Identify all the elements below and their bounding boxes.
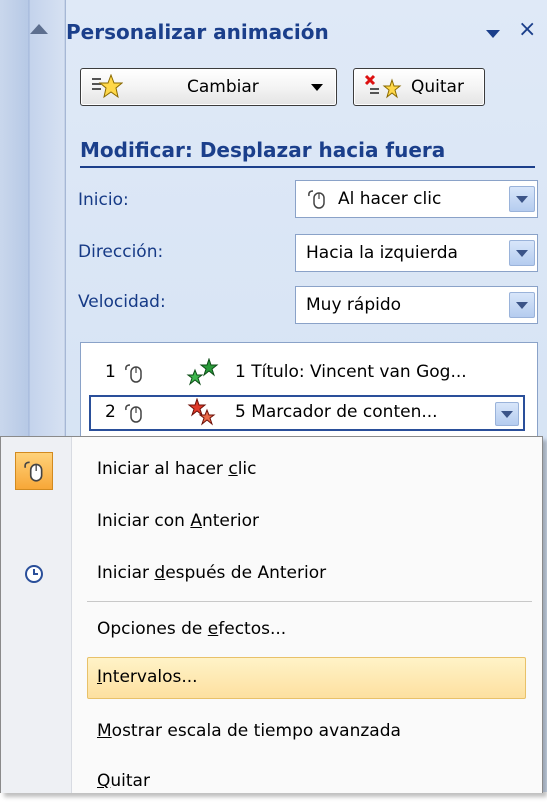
chevron-down-icon[interactable]: [509, 292, 535, 318]
direction-value: Hacia la izquierda: [306, 243, 458, 263]
remove-effect-button[interactable]: Quitar: [353, 68, 485, 106]
mouse-icon: [125, 404, 142, 423]
mouse-icon: [308, 190, 325, 209]
speed-label: Velocidad:: [78, 292, 166, 312]
item-text: 5 Marcador de conten...: [235, 402, 438, 422]
menu-item-label: Iniciar después de Anterior: [97, 563, 327, 583]
menu-item-start-on-click[interactable]: Iniciar al hacer clic: [1, 447, 542, 493]
modify-heading: Modificar: Desplazar hacia fuera: [80, 138, 535, 168]
menu-item-label: Mostrar escala de tiempo avanzada: [97, 721, 401, 741]
mouse-icon: [125, 364, 142, 383]
menu-item-effect-options[interactable]: Opciones de efectos...: [1, 607, 542, 653]
chevron-down-icon[interactable]: [495, 402, 519, 426]
change-label: Cambiar: [187, 77, 259, 97]
pane-title: Personalizar animación: [66, 20, 329, 44]
chevron-down-icon: [311, 84, 323, 91]
menu-item-timing[interactable]: Intervalos...: [1, 655, 542, 701]
menu-item-label: Intervalos...: [97, 667, 198, 687]
menu-item-label: Iniciar al hacer clic: [97, 459, 257, 479]
scroll-up-arrow-icon[interactable]: [30, 24, 48, 34]
menu-separator: [87, 601, 532, 602]
item-number: 2: [105, 402, 116, 422]
pane-header: Personalizar animación ×: [66, 12, 547, 52]
chevron-down-icon[interactable]: [509, 186, 535, 212]
remove-star-icon: [364, 74, 402, 99]
star-effect-icon: [92, 74, 123, 99]
exit-effect-icon: [187, 398, 216, 426]
pane-menu-dropdown-icon[interactable]: [486, 30, 500, 38]
speed-select[interactable]: Muy rápido: [295, 286, 538, 324]
item-text: 1 Título: Vincent van Gog...: [235, 362, 467, 382]
direction-select[interactable]: Hacia la izquierda: [295, 234, 538, 272]
start-label: Inicio:: [78, 190, 129, 210]
remove-label: Quitar: [411, 77, 464, 97]
menu-item-label: Iniciar con Anterior: [97, 511, 259, 531]
pane-close-icon[interactable]: ×: [518, 17, 536, 42]
start-value: Al hacer clic: [338, 189, 442, 209]
entrance-effect-icon: [186, 358, 219, 386]
chevron-down-icon[interactable]: [509, 240, 535, 266]
item-number: 1: [105, 362, 116, 382]
list-item-selected[interactable]: 2 5 Marcador de conten...: [89, 395, 525, 431]
menu-item-label: Opciones de efectos...: [97, 619, 287, 639]
list-item[interactable]: 1 1 Título: Vincent van Gog...: [81, 355, 537, 391]
menu-item-remove[interactable]: Quitar: [1, 759, 542, 805]
menu-item-start-with-previous[interactable]: Iniciar con Anterior: [1, 499, 542, 545]
mouse-icon: [15, 452, 53, 490]
menu-item-label: Quitar: [97, 771, 150, 791]
context-menu: Iniciar al hacer clic Iniciar con Anteri…: [0, 436, 543, 793]
menu-item-start-after-previous[interactable]: Iniciar después de Anterior: [1, 551, 542, 597]
menu-item-show-advanced-timeline[interactable]: Mostrar escala de tiempo avanzada: [1, 709, 542, 755]
clock-icon: [25, 565, 43, 583]
start-select[interactable]: Al hacer clic: [295, 180, 538, 218]
speed-value: Muy rápido: [306, 295, 402, 315]
direction-label: Dirección:: [78, 242, 164, 262]
change-effect-button[interactable]: Cambiar: [80, 68, 337, 106]
